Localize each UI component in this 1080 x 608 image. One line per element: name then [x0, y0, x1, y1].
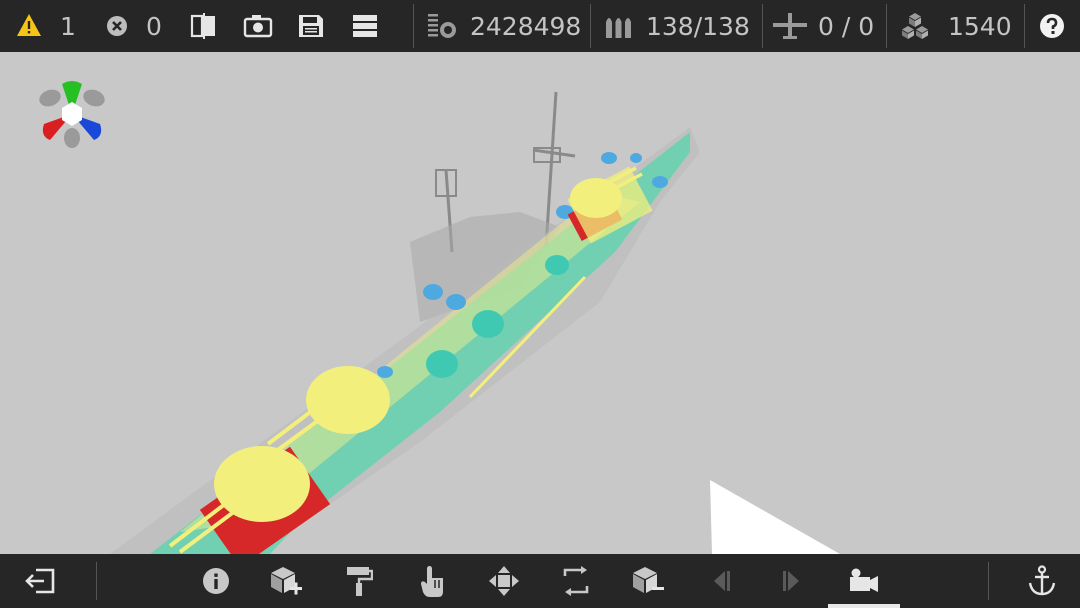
divider [1024, 4, 1025, 48]
menu-icon[interactable] [352, 14, 378, 38]
blocks-icon [902, 13, 928, 39]
divider [590, 4, 591, 48]
move-arrows-icon[interactable] [488, 565, 520, 597]
ship-model[interactable] [0, 52, 1080, 554]
rotate-icon[interactable] [561, 566, 591, 596]
ammo-value: 138/138 [646, 11, 750, 41]
bottom-toolbar [0, 554, 1080, 608]
divider [988, 562, 989, 600]
ammo-icon [606, 18, 631, 38]
points-icon [428, 14, 456, 38]
parts-value: 1540 [948, 11, 1012, 41]
add-block-icon[interactable] [268, 565, 304, 597]
plane-icon [773, 13, 807, 39]
hand-pointer-icon[interactable] [419, 564, 447, 598]
divider [96, 562, 97, 600]
divider [886, 4, 887, 48]
warning-count: 1 [60, 11, 76, 41]
camera-mode-icon[interactable] [849, 567, 879, 593]
points-value: 2428498 [470, 11, 582, 41]
info-icon[interactable] [202, 567, 230, 595]
remove-block-icon[interactable] [630, 565, 666, 597]
close-circle-icon[interactable] [106, 15, 128, 37]
compare-icon[interactable] [190, 13, 218, 39]
camera-icon[interactable] [243, 14, 273, 38]
error-count: 0 [146, 11, 162, 41]
warning-triangle-icon[interactable] [16, 13, 42, 37]
planes-value: 0 / 0 [818, 11, 875, 41]
undo-icon[interactable] [708, 568, 734, 594]
ship-3d-viewport[interactable] [0, 52, 1080, 554]
anchor-icon[interactable] [1027, 565, 1057, 597]
divider [413, 4, 414, 48]
save-icon[interactable] [298, 14, 324, 38]
divider [762, 4, 763, 48]
active-tool-indicator [828, 604, 900, 608]
help-icon[interactable] [1039, 13, 1065, 39]
paint-roller-icon[interactable] [345, 565, 373, 597]
orientation-gizmo[interactable] [37, 81, 107, 148]
top-toolbar: 1 0 2428498 138/138 0 / 0 1540 [0, 0, 1080, 52]
exit-icon[interactable] [24, 567, 56, 595]
camera-frustum [710, 480, 840, 554]
redo-icon[interactable] [779, 568, 805, 594]
